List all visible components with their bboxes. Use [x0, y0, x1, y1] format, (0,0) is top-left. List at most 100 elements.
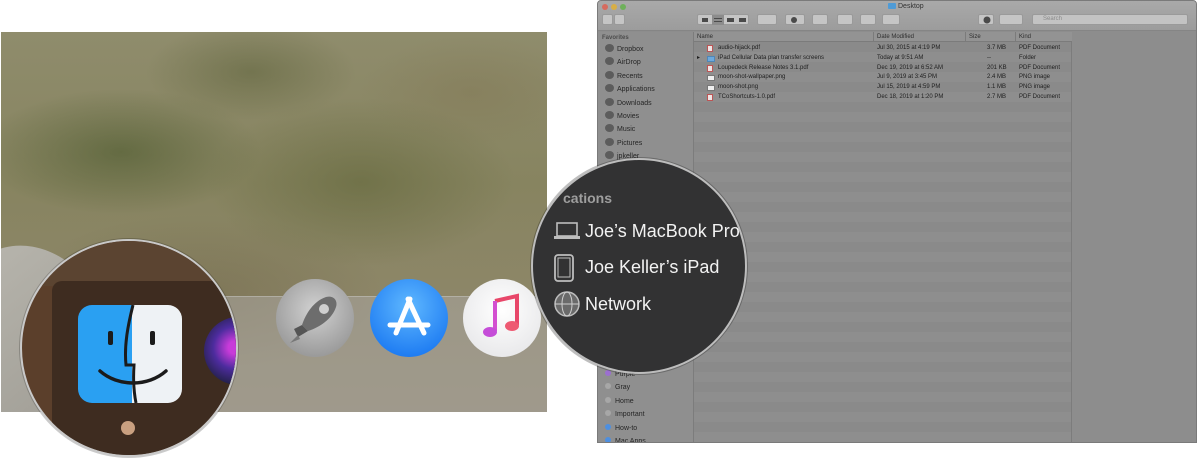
file-date: Dec 18, 2019 at 1:20 PM [877, 94, 944, 100]
folder-icon [888, 3, 896, 10]
app-store-a-icon [387, 296, 431, 336]
file-kind: PNG image [1019, 84, 1051, 91]
file-row[interactable]: TCoShortcuts-1.0.pdf Dec 18, 2019 at 1:20… [694, 92, 1072, 102]
window-title: Desktop [888, 3, 924, 10]
file-size: 3.7 MB [987, 45, 1007, 51]
column-name[interactable]: Name [694, 32, 874, 42]
location-item-macbook[interactable]: Joe’s MacBook Pro [585, 221, 740, 242]
minimize-button[interactable] [611, 4, 617, 10]
close-button[interactable] [602, 4, 608, 10]
file-date: Jul 9, 2019 at 3:45 PM [877, 74, 938, 81]
sidebar-item-airdrop[interactable]: AirDrop [605, 57, 641, 67]
sidebar-item-downloads[interactable]: Downloads [605, 97, 652, 108]
action-gear-button[interactable] [785, 14, 805, 25]
share-button[interactable] [812, 14, 828, 25]
movies-icon [605, 111, 614, 119]
location-item-ipad[interactable]: Joe Keller’s iPad [585, 257, 719, 278]
file-size: 2.4 MB [987, 74, 1007, 81]
tag-label: Home [615, 397, 634, 405]
running-indicator-dot [121, 421, 135, 435]
view-mode-segment[interactable] [697, 14, 749, 25]
column-kind[interactable]: Kind [1016, 32, 1072, 42]
tag-color-dot [605, 383, 611, 390]
file-size: 201 KB [987, 64, 1007, 71]
tag-item-mac-apps[interactable]: Mac Apps [605, 437, 646, 442]
applications-icon [605, 84, 614, 93]
file-kind: PDF Document [1019, 45, 1061, 51]
sidebar-item-recents[interactable]: Recents [605, 70, 643, 81]
dock-magnifier [20, 239, 238, 457]
network-icon [554, 291, 580, 317]
column-date-modified[interactable]: Date Modified [874, 32, 966, 42]
file-date: Jul 30, 2015 at 4:19 PM [877, 45, 941, 51]
finder-dock-icon[interactable] [78, 305, 182, 403]
tag-item-home[interactable]: Home [605, 396, 634, 407]
sidebar-item-label: AirDrop [617, 59, 641, 67]
location-item-network[interactable]: Network [585, 294, 651, 315]
search-field[interactable]: Search [1032, 14, 1188, 25]
gear-icon [791, 17, 797, 23]
sidebar-item-label: Movies [617, 113, 640, 120]
disclosure-triangle-icon[interactable]: ▸ [697, 53, 700, 63]
forward-button[interactable] [614, 14, 625, 25]
group-button[interactable] [757, 14, 777, 25]
tag-color-dot [605, 423, 611, 430]
tag-label: Gray [615, 384, 631, 392]
sidebar-item-label: Recents [617, 72, 643, 80]
launchpad-dock-icon[interactable] [276, 279, 354, 357]
ipad-icon [554, 254, 574, 282]
file-row[interactable]: Loupedeck Release Notes 3.1.pdf Dec 19, 2… [694, 63, 1072, 73]
sidebar-item-pictures[interactable]: Pictures [605, 137, 642, 148]
file-kind: Folder [1019, 54, 1037, 61]
zoom-button[interactable] [620, 4, 626, 10]
empty-window-area [1073, 32, 1196, 442]
tag-label: How-to [615, 424, 638, 432]
music-note-icon [483, 293, 519, 337]
tag-item-important[interactable]: Important [605, 410, 645, 420]
info-button[interactable] [978, 14, 994, 25]
image-file-icon [707, 85, 715, 92]
locations-header: cations [563, 190, 613, 206]
sidebar-item-music[interactable]: Music [605, 124, 635, 134]
file-row[interactable]: audio-hijack.pdf Jul 30, 2015 at 4:19 PM 3… [694, 43, 1072, 53]
tag-button[interactable] [860, 14, 876, 25]
dropbox-toolbar-button[interactable] [999, 14, 1023, 25]
tag-item-how-to[interactable]: How-to [605, 423, 638, 434]
sidebar-item-applications[interactable]: Applications [605, 84, 655, 94]
new-folder-button[interactable] [837, 14, 853, 25]
airdrop-icon [605, 57, 614, 66]
file-size: 2.7 MB [987, 94, 1007, 100]
file-date: Dec 19, 2019 at 6:52 AM [877, 64, 944, 71]
file-kind: PDF Document [1019, 64, 1061, 71]
sidebar-item-label: Applications [617, 86, 655, 94]
composite-screenshot: Desktop Search Favorites Dropbox AirDrop… [0, 0, 1200, 459]
file-row[interactable]: moon-shot.png Jul 15, 2019 at 4:59 PM 1.1 … [694, 82, 1072, 92]
file-name: moon-shot.png [718, 84, 759, 91]
view-options-icon [702, 15, 746, 25]
tag-item-gray[interactable]: Gray [605, 383, 630, 393]
music-dock-icon[interactable] [463, 279, 541, 357]
dropbox-icon [605, 44, 614, 52]
locations-magnifier: cations Joe’s MacBook Pro Joe Keller’s i… [531, 158, 747, 374]
sidebar-item-movies[interactable]: Movies [605, 111, 639, 121]
back-button[interactable] [602, 14, 613, 25]
file-name: iPad Cellular Data plan transfer screens [718, 54, 825, 61]
preview-button[interactable] [882, 14, 900, 25]
file-row[interactable]: moon-shot-wallpaper.png Jul 9, 2019 at 3:… [694, 72, 1072, 82]
image-file-icon [707, 75, 715, 82]
recents-icon [605, 70, 614, 79]
file-list: Name Date Modified Size Kind audio-hijac… [694, 32, 1072, 442]
tag-color-dot [605, 410, 611, 417]
file-size: 1.1 MB [987, 84, 1007, 91]
column-size[interactable]: Size [966, 32, 1016, 42]
sidebar-item-dropbox[interactable]: Dropbox [605, 44, 643, 54]
app-store-dock-icon[interactable] [370, 279, 448, 357]
home-icon [605, 151, 614, 160]
file-name: Loupedeck Release Notes 3.1.pdf [718, 64, 809, 71]
music-icon [605, 124, 614, 133]
folder-icon [707, 55, 715, 62]
file-row[interactable]: ▸ iPad Cellular Data plan transfer screen… [694, 53, 1072, 63]
sidebar-item-label: Dropbox [617, 46, 644, 53]
file-kind: PNG image [1019, 74, 1051, 81]
pdf-file-icon [707, 45, 713, 52]
